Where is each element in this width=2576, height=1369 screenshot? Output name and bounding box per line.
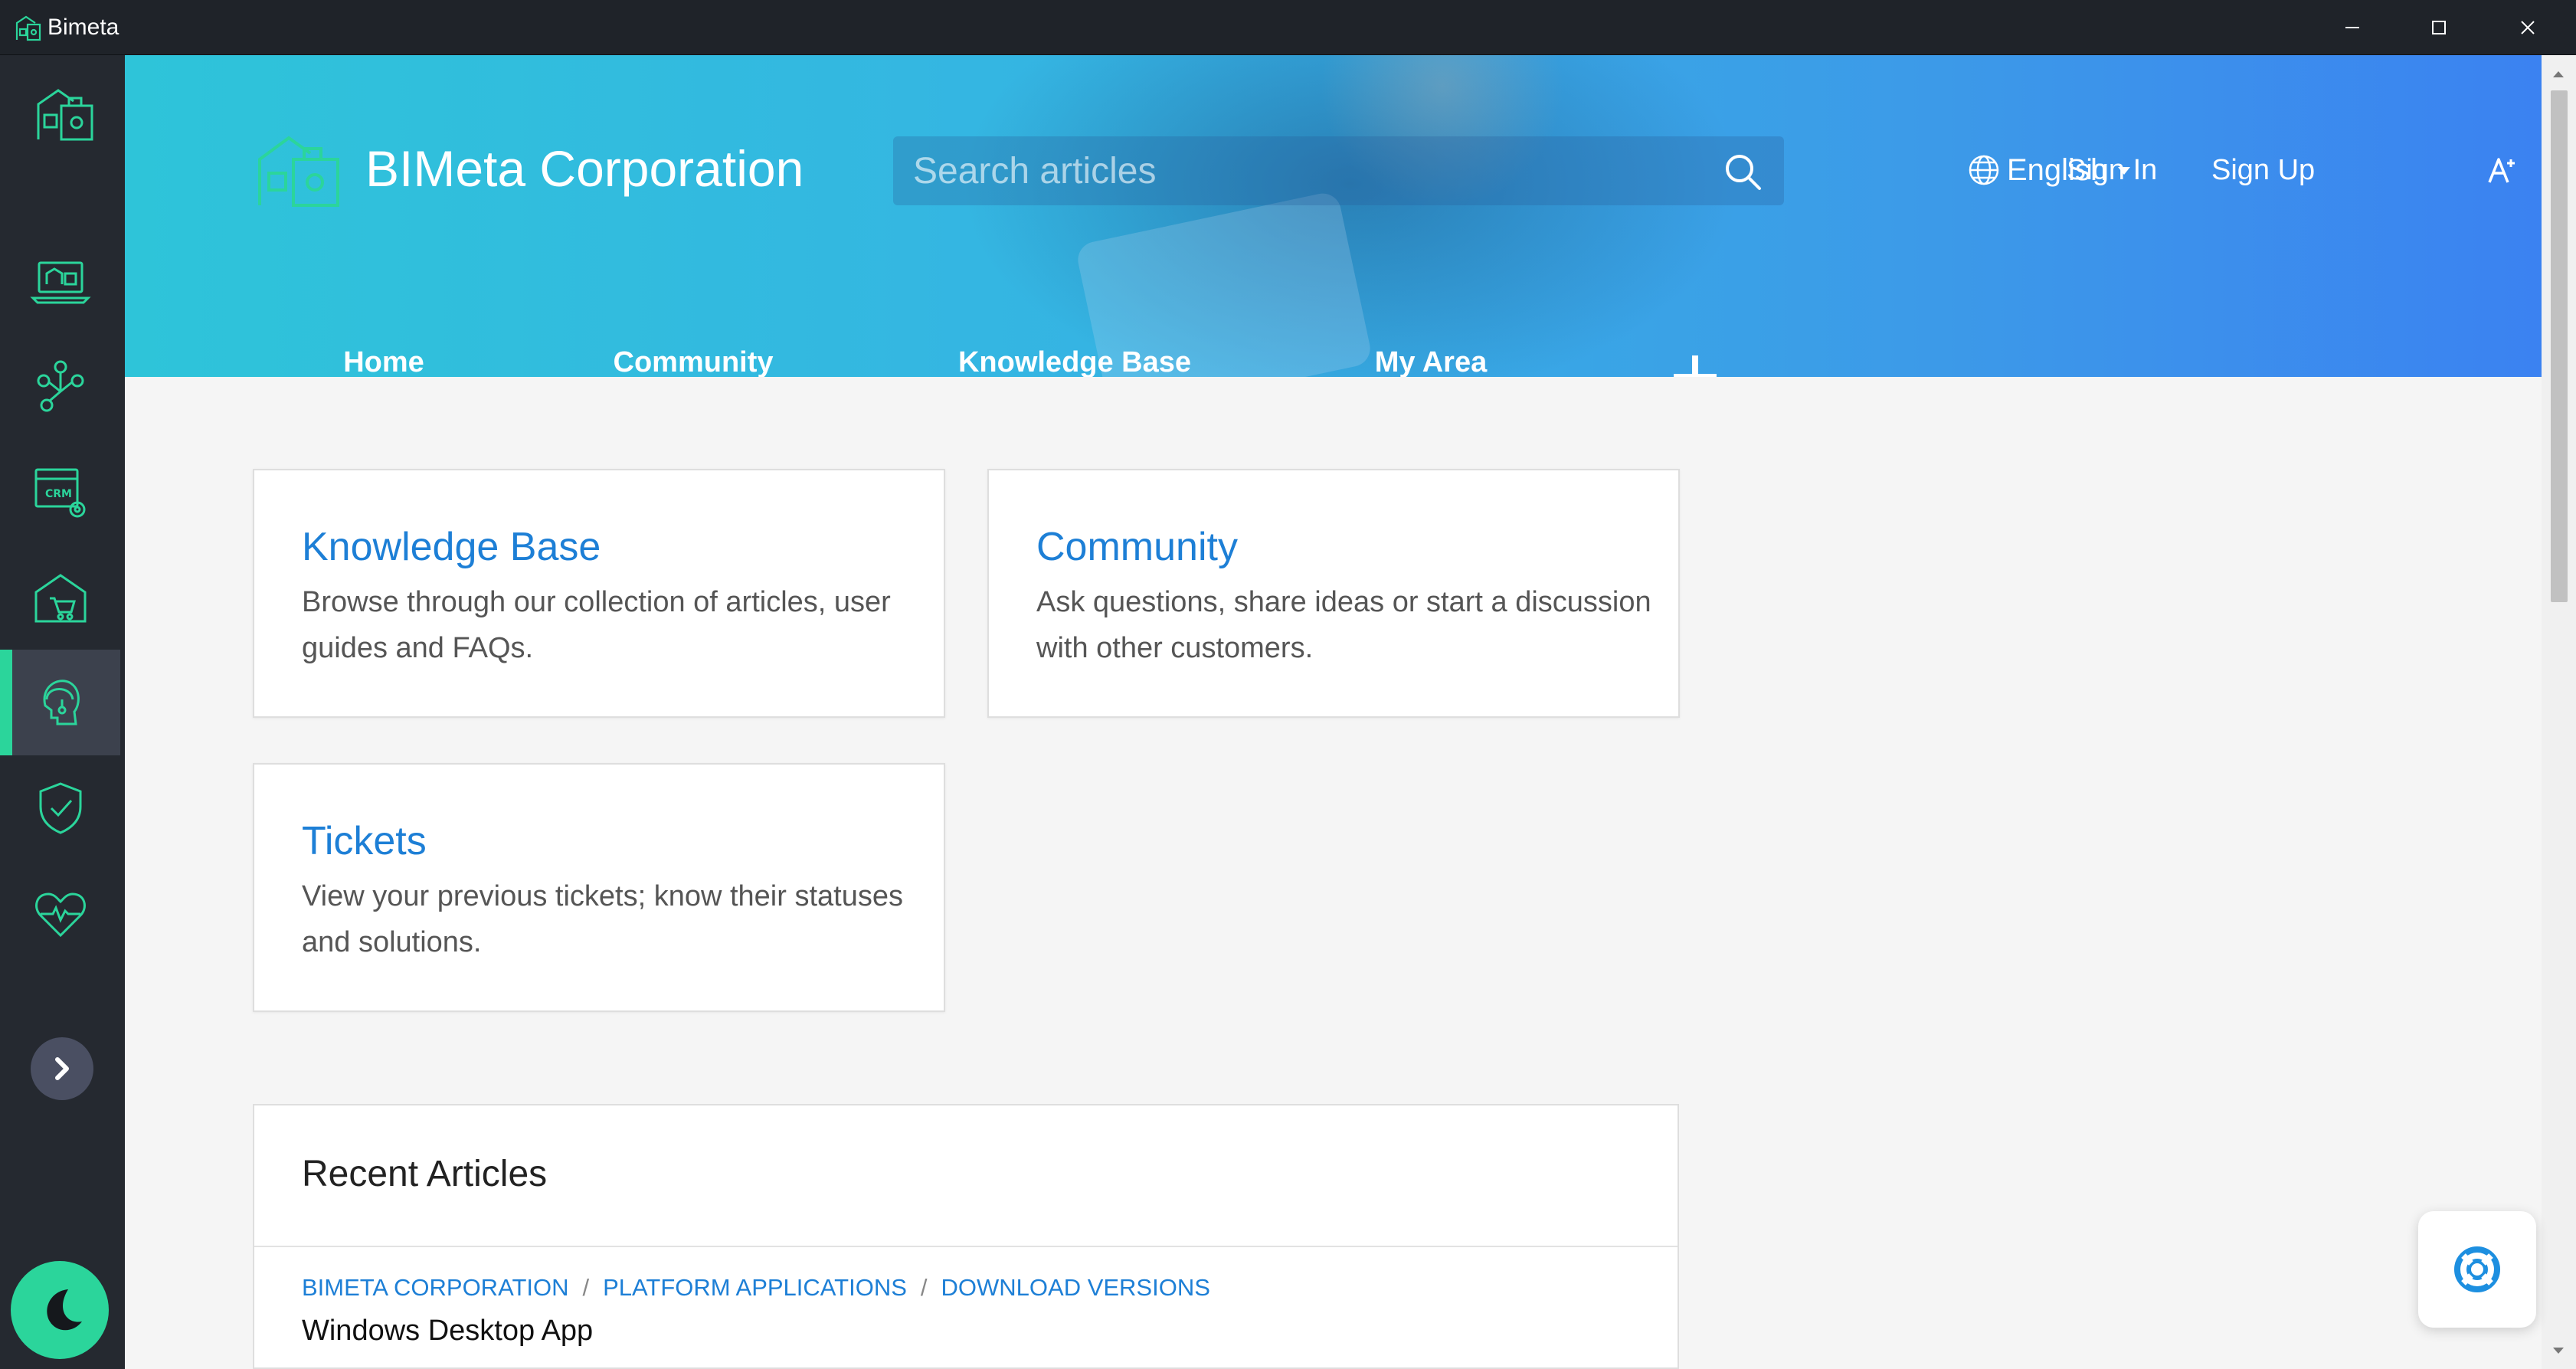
card-description: Ask questions, share ideas or start a di…: [1036, 586, 1651, 664]
shield-check-icon: [39, 782, 81, 834]
sidebar-item-support[interactable]: [0, 650, 120, 755]
bimeta-logo-icon: [15, 15, 41, 41]
sign-up-link[interactable]: Sign Up: [2211, 150, 2315, 190]
breadcrumb-separator: /: [920, 1274, 928, 1301]
card-title[interactable]: Knowledge Base: [302, 522, 601, 572]
bimeta-logo-icon[interactable]: [34, 81, 98, 146]
tab-knowledge-base[interactable]: Knowledge Base: [929, 346, 1220, 377]
card-knowledge-base[interactable]: Knowledge Base Browse through our collec…: [253, 469, 945, 718]
tab-knowledge-base-label: Knowledge Base: [957, 346, 1192, 377]
tab-my-area-label: My Area: [1374, 346, 1488, 377]
brand-name[interactable]: BIMeta Corporation: [365, 138, 804, 199]
search-bar[interactable]: [893, 136, 1784, 205]
breadcrumb-item[interactable]: BIMETA CORPORATION: [302, 1272, 569, 1303]
close-button[interactable]: [2486, 0, 2570, 55]
minimize-icon: [2345, 27, 2359, 28]
card-community[interactable]: Community Ask questions, share ideas or …: [987, 469, 1680, 718]
help-button[interactable]: [2418, 1211, 2536, 1328]
sidebar-item-dashboard[interactable]: [0, 228, 120, 334]
tab-community-label: Community: [613, 346, 774, 377]
minimize-button[interactable]: [2310, 0, 2394, 55]
font-size-icon[interactable]: [2486, 153, 2520, 187]
breadcrumb: BIMETA CORPORATION / PLATFORM APPLICATIO…: [302, 1272, 1210, 1303]
card-tickets[interactable]: Tickets View your previous tickets; know…: [253, 763, 945, 1012]
breadcrumb-item[interactable]: PLATFORM APPLICATIONS: [603, 1272, 907, 1303]
sidebar-expand-button[interactable]: [31, 1037, 93, 1100]
theme-toggle-button[interactable]: [11, 1261, 109, 1359]
app-sidebar: CRM: [0, 55, 125, 1369]
lifebuoy-icon: [2454, 1246, 2500, 1292]
article-link[interactable]: Windows Desktop App: [302, 1311, 593, 1351]
close-icon: [2521, 21, 2535, 34]
tab-home[interactable]: Home: [253, 346, 515, 377]
search-icon[interactable]: [1721, 150, 1764, 193]
card-description: View your previous tickets; know their s…: [302, 880, 903, 958]
support-agent-icon: [43, 680, 80, 725]
moon-icon: [47, 1289, 82, 1331]
recent-articles-title: Recent Articles: [302, 1154, 548, 1194]
bimeta-logo-icon[interactable]: [254, 126, 345, 210]
window-title: Bimeta: [47, 15, 119, 40]
globe-icon: [1969, 155, 1999, 185]
chevron-right-icon: [55, 1057, 69, 1080]
recent-articles-panel: Recent Articles BIMETA CORPORATION / PLA…: [253, 1104, 1679, 1369]
card-description: Browse through our collection of article…: [302, 586, 891, 664]
svg-text:CRM: CRM: [45, 488, 72, 500]
scroll-thumb[interactable]: [2551, 90, 2568, 602]
sidebar-item-crm[interactable]: CRM: [0, 440, 120, 545]
sign-in-link[interactable]: Sign In: [2067, 150, 2157, 190]
window-titlebar: Bimeta: [0, 0, 2576, 55]
crm-settings-icon: CRM: [34, 468, 85, 518]
scroll-up-icon[interactable]: [2550, 66, 2567, 83]
sidebar-item-health[interactable]: [0, 861, 120, 967]
sidebar-item-security[interactable]: [0, 755, 120, 861]
portal-header: BIMeta Corporation English Sign In Sign …: [125, 55, 2542, 377]
plus-icon[interactable]: [1668, 349, 1723, 377]
maximize-icon: [2432, 21, 2446, 34]
maximize-button[interactable]: [2397, 0, 2481, 55]
tab-community[interactable]: Community: [595, 346, 791, 377]
org-network-icon: [37, 360, 83, 412]
tab-home-label: Home: [343, 346, 424, 377]
store-cart-icon: [34, 574, 86, 623]
card-title[interactable]: Community: [1036, 522, 1238, 572]
heart-pulse-icon: [34, 892, 86, 938]
breadcrumb-item[interactable]: DOWNLOAD VERSIONS: [941, 1272, 1210, 1303]
card-title[interactable]: Tickets: [302, 817, 427, 866]
breadcrumb-separator: /: [582, 1274, 590, 1301]
tab-my-area[interactable]: My Area: [1335, 346, 1527, 377]
divider: [254, 1246, 1678, 1247]
sidebar-item-organization[interactable]: [0, 334, 120, 440]
page-scrollbar[interactable]: [2542, 55, 2576, 1369]
scroll-down-icon[interactable]: [2550, 1342, 2567, 1359]
search-input[interactable]: [913, 136, 1679, 205]
sidebar-item-store[interactable]: [0, 545, 120, 651]
laptop-dashboard-icon: [29, 261, 91, 304]
